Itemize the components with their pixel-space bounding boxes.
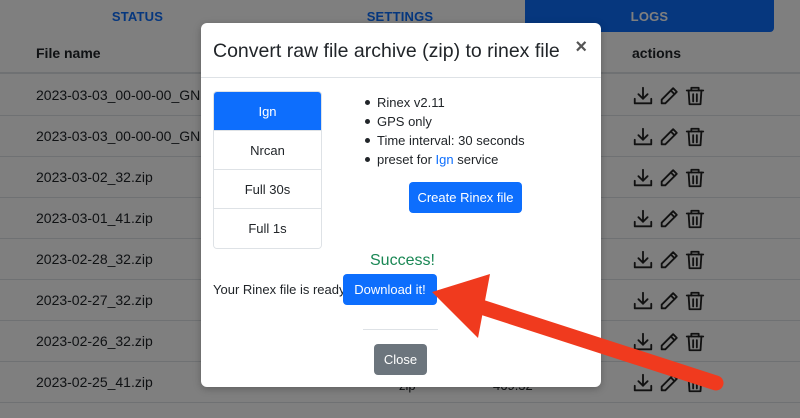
feature-item: Time interval: 30 seconds <box>363 131 525 150</box>
preset-full-30s[interactable]: Full 30s <box>214 170 321 209</box>
feature-text: Rinex v2.11 <box>377 95 445 110</box>
feature-item: Rinex v2.11 <box>363 93 525 112</box>
close-button[interactable]: Close <box>374 344 427 375</box>
close-icon[interactable]: × <box>575 37 587 57</box>
preset-list: Ign Nrcan Full 30s Full 1s <box>213 91 322 249</box>
preset-full-1s[interactable]: Full 1s <box>214 209 321 248</box>
divider <box>363 329 438 330</box>
preset-nrcan[interactable]: Nrcan <box>214 131 321 170</box>
ign-service-link[interactable]: Ign <box>436 152 454 167</box>
convert-rinex-modal: Convert raw file archive (zip) to rinex … <box>201 23 601 387</box>
file-ready-text: Your Rinex file is ready <box>213 282 346 297</box>
feature-text: Time interval: 30 seconds <box>377 133 525 148</box>
feature-text: GPS only <box>377 114 432 129</box>
feature-text: preset for <box>377 152 436 167</box>
preset-feature-list: Rinex v2.11 GPS only Time interval: 30 s… <box>363 93 525 169</box>
success-message: Success! <box>370 252 435 269</box>
preset-ign[interactable]: Ign <box>214 92 321 131</box>
feature-item: GPS only <box>363 112 525 131</box>
feature-item: preset for Ign service <box>363 150 525 169</box>
download-button[interactable]: Download it! <box>343 274 437 305</box>
feature-text: service <box>453 152 499 167</box>
create-rinex-button[interactable]: Create Rinex file <box>409 182 522 213</box>
modal-title: Convert raw file archive (zip) to rinex … <box>213 40 560 62</box>
modal-header: Convert raw file archive (zip) to rinex … <box>201 23 601 78</box>
